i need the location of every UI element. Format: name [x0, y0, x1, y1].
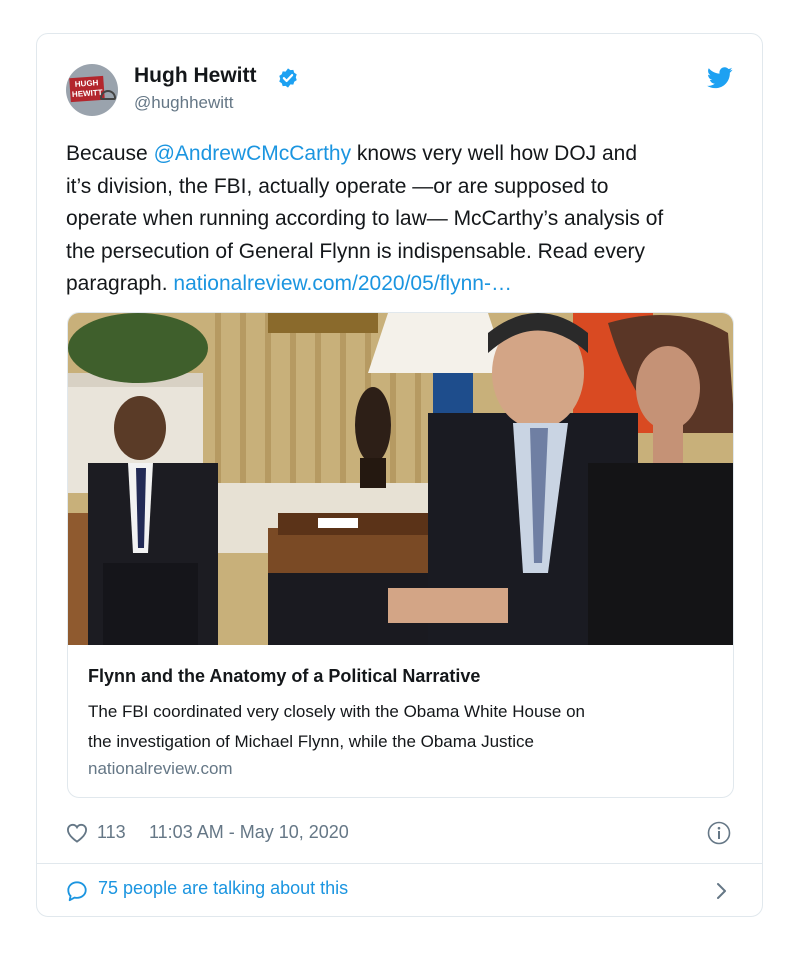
tweet-text: Because @AndrewCMcCarthy knows very well… — [66, 138, 746, 301]
tweet-line: Because @AndrewCMcCarthy knows very well… — [66, 142, 638, 165]
avatar[interactable]: HUGH HEWITT — [66, 64, 118, 116]
timestamp[interactable]: 11:03 AM - May 10, 2020 — [149, 822, 349, 843]
author-handle[interactable]: @hughhewitt — [134, 93, 234, 113]
link-preview-card[interactable]: Flynn and the Anatomy of a Political Nar… — [67, 312, 734, 798]
tweet-line: it’s division, the FBI, actually operate… — [66, 174, 609, 198]
tweet-line: the persecution of General Flynn is indi… — [66, 239, 645, 263]
speech-bubble-icon — [67, 881, 87, 902]
card-description: The FBI coordinated very closely with th… — [88, 702, 586, 751]
avatar-hat — [100, 90, 116, 100]
article-photo[interactable] — [68, 313, 734, 645]
divider — [37, 863, 762, 864]
embedded-tweet: HUGH HEWITT Hugh Hewitt @hughhewitt Beca… — [36, 33, 763, 917]
verified-badge-icon — [277, 67, 299, 94]
card-title[interactable]: Flynn and the Anatomy of a Political Nar… — [88, 666, 480, 687]
card-domain: nationalreview.com — [88, 759, 233, 778]
heart-icon[interactable] — [66, 823, 88, 848]
twitter-bird-icon[interactable] — [707, 67, 733, 94]
conversation-label[interactable]: 75 people are talking about this — [98, 878, 348, 899]
like-count[interactable]: 113 — [97, 822, 126, 843]
info-icon[interactable] — [707, 821, 731, 850]
tweet-line: operate when running according to law— M… — [66, 207, 664, 230]
chevron-right-icon[interactable] — [715, 881, 729, 906]
mention-link[interactable]: @AndrewCMcCarthy — [154, 142, 352, 165]
tweet-line: paragraph. nationalreview.com/2020/05/fl… — [66, 272, 512, 295]
article-url-link[interactable]: nationalreview.com/2020/05/flynn-… — [173, 272, 512, 295]
author-name[interactable]: Hugh Hewitt — [134, 64, 256, 88]
